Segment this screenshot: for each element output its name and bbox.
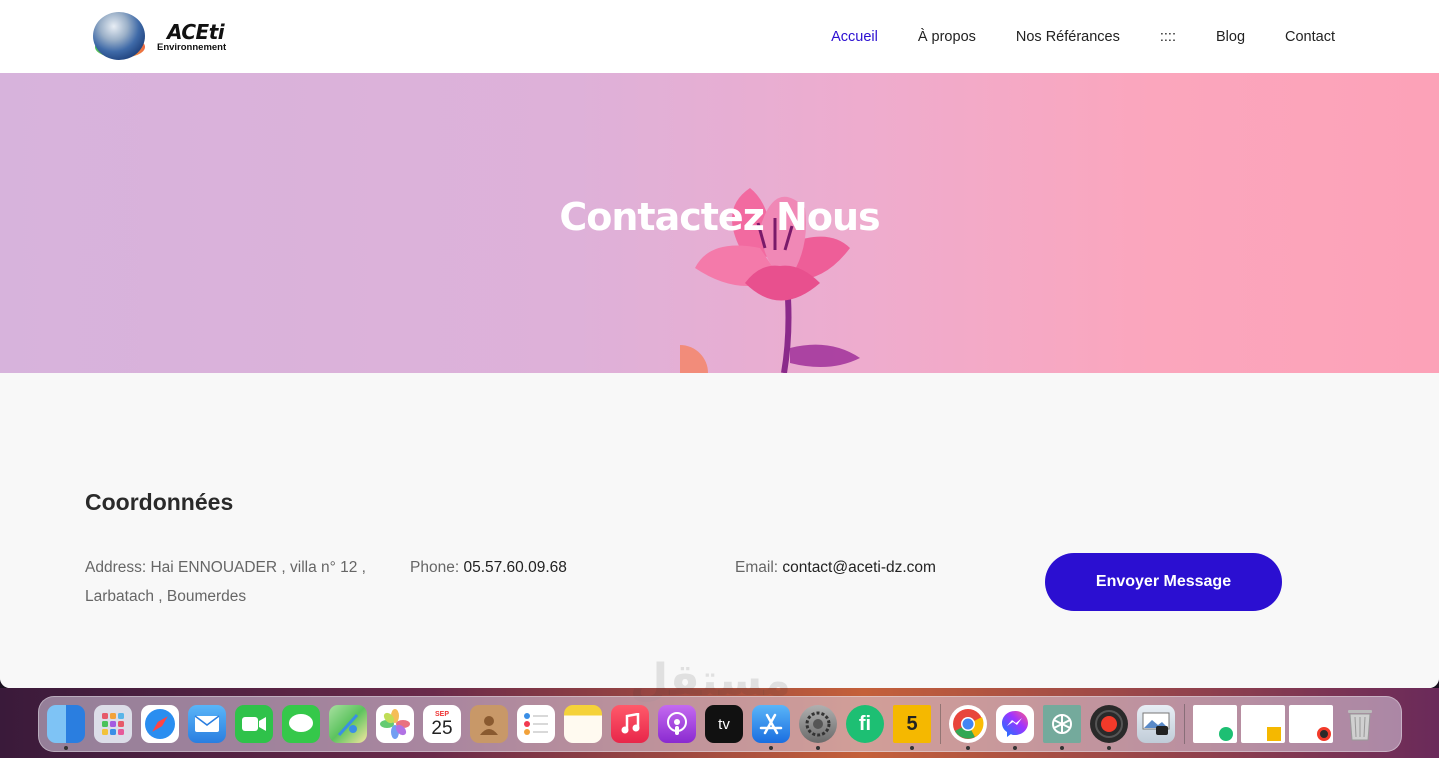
nav-link-a-propos[interactable]: À propos (918, 29, 976, 45)
hero-banner: Contactez Nous (0, 73, 1439, 373)
address-label: Address: (85, 559, 147, 576)
macos-dock: SEP 25 tv fi 5 (38, 696, 1402, 752)
minimized-window-thumbnail[interactable] (1289, 705, 1333, 743)
minimized-window-thumbnail[interactable] (1193, 705, 1237, 743)
email-info: Email: contact@aceti-dz.com (735, 553, 936, 582)
notes-icon[interactable] (564, 705, 602, 743)
logo-subtitle: Environnement (157, 42, 227, 53)
five-app-label: 5 (906, 712, 918, 735)
recorder-badge-icon (1317, 727, 1331, 741)
launchpad-icon[interactable] (94, 705, 132, 743)
music-icon[interactable] (611, 705, 649, 743)
apple-tv-label: tv (718, 715, 730, 733)
photos-icon[interactable] (376, 705, 414, 743)
chatgpt-icon[interactable] (1043, 705, 1081, 750)
facetime-icon[interactable] (235, 705, 273, 743)
system-settings-icon[interactable] (799, 705, 837, 750)
calendar-icon[interactable]: SEP 25 (423, 705, 461, 743)
fiverr-label: fi (858, 712, 872, 735)
nav-link-references[interactable]: Nos Référances (1016, 29, 1120, 45)
trash-icon[interactable] (1341, 705, 1379, 743)
reminders-icon[interactable] (517, 705, 555, 743)
apple-tv-icon[interactable]: tv (705, 705, 743, 743)
minimized-window-thumbnail[interactable] (1241, 705, 1285, 743)
address-info: Address: Hai ENNOUADER , villa n° 12 , L… (85, 553, 385, 611)
nav-link-blog[interactable]: Blog (1216, 29, 1245, 45)
browser-page: ACEti Environnement Accueil À propos Nos… (0, 0, 1439, 688)
phone-value[interactable]: 05.57.60.09.68 (463, 559, 566, 576)
safari-icon[interactable] (141, 705, 179, 743)
chrome-icon[interactable] (949, 705, 987, 750)
nav-link-more[interactable]: :::: (1160, 29, 1176, 45)
section-title: Coordonnées (85, 489, 234, 515)
dock-separator (1184, 704, 1185, 744)
messages-icon[interactable] (282, 705, 320, 743)
dock-separator (940, 704, 941, 744)
send-message-button[interactable]: Envoyer Message (1045, 553, 1282, 611)
contact-section: Coordonnées Address: Hai ENNOUADER , vil… (0, 373, 1439, 688)
email-value[interactable]: contact@aceti-dz.com (782, 559, 936, 576)
podcasts-icon[interactable] (658, 705, 696, 743)
logo-name: ACEti (167, 20, 225, 44)
fiverr-badge-icon (1219, 727, 1233, 741)
messenger-icon[interactable] (996, 705, 1034, 750)
app-store-icon[interactable] (752, 705, 790, 750)
maps-icon[interactable] (329, 705, 367, 743)
mail-icon[interactable] (188, 705, 226, 743)
phone-label: Phone: (410, 559, 460, 576)
nav-link-contact[interactable]: Contact (1285, 29, 1335, 45)
page-title: Contactez Nous (559, 195, 880, 239)
five-app-icon[interactable]: 5 (893, 705, 931, 750)
preview-icon[interactable] (1137, 705, 1175, 743)
main-nav: Accueil À propos Nos Référances :::: Blo… (791, 0, 1335, 73)
site-header: ACEti Environnement Accueil À propos Nos… (0, 0, 1439, 73)
contacts-icon[interactable] (470, 705, 508, 743)
nav-link-accueil[interactable]: Accueil (831, 29, 878, 45)
logo-globe-icon (93, 12, 145, 60)
email-label: Email: (735, 559, 779, 576)
screen-recorder-icon[interactable] (1090, 705, 1128, 750)
phone-info: Phone: 05.57.60.09.68 (410, 553, 567, 582)
fiverr-icon[interactable]: fi (846, 705, 884, 743)
five-badge-icon (1267, 727, 1281, 741)
calendar-day: 25 (431, 717, 453, 739)
finder-icon[interactable] (47, 705, 85, 750)
site-logo[interactable]: ACEti Environnement (93, 12, 233, 62)
